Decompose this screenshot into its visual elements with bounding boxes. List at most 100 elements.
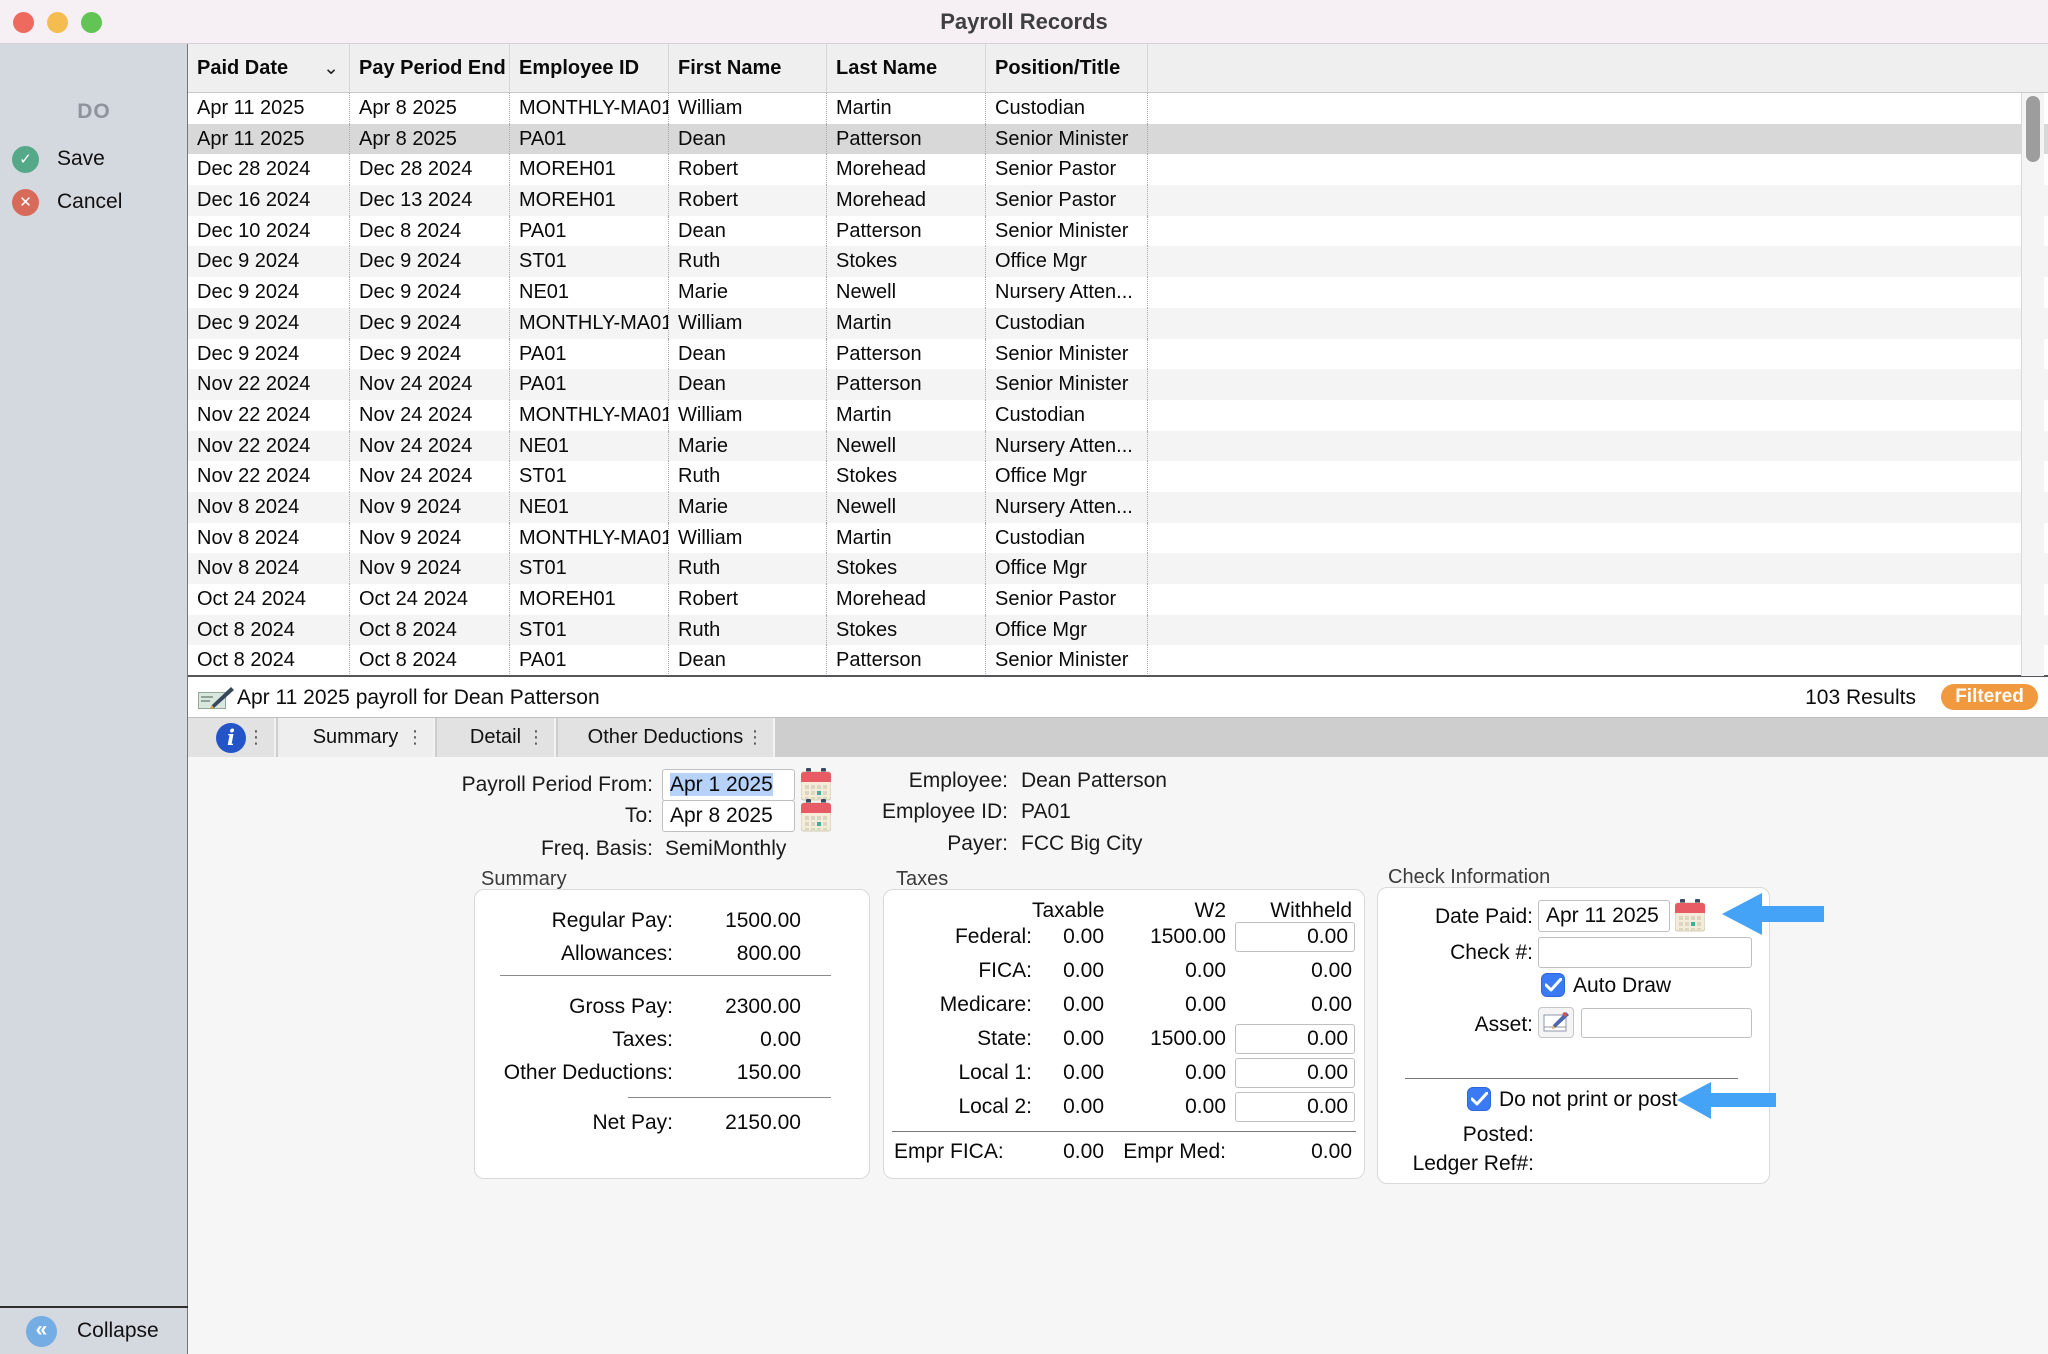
table-cell: Nov 8 2024 [188, 492, 350, 523]
withheld-input[interactable]: 0.00 [1235, 1024, 1355, 1054]
column-header-employee-id[interactable]: Employee ID [510, 44, 669, 92]
table-cell: Nursery Atten... [986, 431, 1148, 462]
ledger-pencil-icon [1543, 1012, 1569, 1034]
table-cell: MOREH01 [510, 584, 669, 615]
column-header-pay-period-end[interactable]: Pay Period End [350, 44, 510, 92]
table-row[interactable]: Dec 9 2024Dec 9 2024PA01DeanPattersonSen… [188, 339, 2048, 370]
calendar-icon[interactable] [1675, 899, 1705, 933]
table-row[interactable]: Oct 8 2024Oct 8 2024ST01RuthStokesOffice… [188, 615, 2048, 646]
table-cell: Apr 8 2025 [350, 93, 510, 124]
withheld-input[interactable]: 0.00 [1235, 1092, 1355, 1122]
asset-lookup-button[interactable] [1538, 1007, 1574, 1038]
payroll-table: Paid Date⌄Pay Period EndEmployee IDFirst… [188, 44, 2048, 676]
tax-row: Federal:0.001500.000.00 [884, 920, 1364, 954]
withheld-input[interactable]: 0.00 [1235, 1058, 1355, 1088]
period-to-input[interactable]: Apr 8 2025 [662, 800, 795, 832]
table-cell: PA01 [510, 216, 669, 247]
grip-handle-icon[interactable]: ⋮ [527, 718, 545, 757]
tab-detail[interactable]: Detail⋮ [437, 718, 556, 757]
column-header-first-name[interactable]: First Name [669, 44, 827, 92]
table-cell: Marie [669, 492, 827, 523]
table-row[interactable]: Oct 24 2024Oct 24 2024MOREH01RobertMoreh… [188, 584, 2048, 615]
table-cell: Nov 24 2024 [350, 461, 510, 492]
table-row[interactable]: Dec 10 2024Dec 8 2024PA01DeanPattersonSe… [188, 216, 2048, 247]
grip-handle-icon[interactable]: ⋮ [247, 718, 265, 757]
table-row[interactable]: Nov 22 2024Nov 24 2024MONTHLY-MA01Willia… [188, 400, 2048, 431]
period-from-input[interactable]: Apr 1 2025 [662, 769, 795, 801]
auto-draw-checkbox[interactable] [1541, 973, 1565, 997]
tax-w2-value: 1500.00 [1110, 925, 1232, 949]
column-header-last-name[interactable]: Last Name [827, 44, 986, 92]
table-row[interactable]: Dec 28 2024Dec 28 2024MOREH01RobertMoreh… [188, 154, 2048, 185]
tab-summary[interactable]: Summary⋮ [278, 718, 435, 757]
summary-row-value: 150.00 [673, 1061, 801, 1085]
filtered-badge[interactable]: Filtered [1941, 684, 2038, 710]
date-paid-value: Apr 11 2025 [1546, 904, 1659, 927]
summary-net-divider [628, 1097, 831, 1098]
summary-row: Regular Pay:1500.00 [475, 904, 869, 937]
table-cell-filler [1148, 400, 2048, 431]
summary-row: Net Pay:2150.00 [475, 1106, 869, 1139]
table-cell: Dec 9 2024 [350, 308, 510, 339]
empr-fica-label: Empr FICA: [884, 1140, 1032, 1164]
collapse-button[interactable]: « Collapse [26, 1314, 159, 1348]
table-cell: Stokes [827, 615, 986, 646]
table-cell: Oct 24 2024 [188, 584, 350, 615]
grip-handle-icon[interactable]: ⋮ [406, 718, 424, 757]
check-number-input[interactable] [1538, 937, 1752, 968]
table-row[interactable]: Apr 11 2025Apr 8 2025PA01DeanPattersonSe… [188, 124, 2048, 155]
column-header-paid-date[interactable]: Paid Date⌄ [188, 44, 350, 92]
do-not-print-checkbox[interactable] [1467, 1087, 1491, 1111]
table-cell: Marie [669, 431, 827, 462]
table-row[interactable]: Nov 8 2024Nov 9 2024ST01RuthStokesOffice… [188, 553, 2048, 584]
summary-row-label: Other Deductions: [475, 1061, 673, 1085]
table-row[interactable]: Dec 9 2024Dec 9 2024MONTHLY-MA01WilliamM… [188, 308, 2048, 339]
vertical-scrollbar[interactable] [2021, 93, 2044, 676]
table-cell: Dec 13 2024 [350, 185, 510, 216]
table-cell: Office Mgr [986, 615, 1148, 646]
table-cell-filler [1148, 431, 2048, 462]
table-cell: Senior Minister [986, 216, 1148, 247]
save-button[interactable]: ✓ Save [12, 144, 105, 174]
scrollbar-thumb[interactable] [2026, 96, 2040, 162]
table-cell: Martin [827, 400, 986, 431]
table-cell: Dec 9 2024 [188, 277, 350, 308]
tax-withheld-cell: 0.00 [1232, 988, 1358, 1022]
tab-other-deductions[interactable]: Other Deductions⋮ [558, 718, 775, 757]
check-information-panel: Date Paid: Apr 11 2025 Check #: Auto Dra… [1377, 887, 1770, 1184]
table-row[interactable]: Nov 22 2024Nov 24 2024ST01RuthStokesOffi… [188, 461, 2048, 492]
table-cell: Nov 9 2024 [350, 553, 510, 584]
table-row[interactable]: Oct 8 2024Oct 8 2024PA01DeanPattersonSen… [188, 645, 2048, 676]
table-row[interactable]: Nov 8 2024Nov 9 2024MONTHLY-MA01WilliamM… [188, 523, 2048, 554]
cancel-button[interactable]: ✕ Cancel [12, 187, 122, 217]
asset-input[interactable] [1581, 1008, 1752, 1038]
table-row[interactable]: Nov 8 2024Nov 9 2024NE01MarieNewellNurse… [188, 492, 2048, 523]
table-cell: Senior Pastor [986, 584, 1148, 615]
table-cell: Senior Minister [986, 369, 1148, 400]
table-cell: Dean [669, 216, 827, 247]
table-row[interactable]: Dec 16 2024Dec 13 2024MOREH01RobertMoreh… [188, 185, 2048, 216]
table-cell-filler [1148, 216, 2048, 247]
table-cell: Dec 9 2024 [350, 246, 510, 277]
table-cell-filler [1148, 185, 2048, 216]
summary-row-label: Gross Pay: [475, 995, 673, 1019]
table-cell: MONTHLY-MA01 [510, 93, 669, 124]
withheld-input[interactable]: 0.00 [1235, 922, 1355, 952]
table-row[interactable]: Dec 9 2024Dec 9 2024ST01RuthStokesOffice… [188, 246, 2048, 277]
table-cell-filler [1148, 369, 2048, 400]
grip-handle-icon[interactable]: ⋮ [746, 718, 764, 757]
table-cell: Stokes [827, 553, 986, 584]
summary-row-label: Net Pay: [475, 1111, 673, 1135]
column-header-position-title[interactable]: Position/Title [986, 44, 1148, 92]
date-paid-input[interactable]: Apr 11 2025 [1538, 900, 1670, 932]
tax-withheld-value: 0.00 [1232, 993, 1358, 1017]
tax-row: Medicare:0.000.000.00 [884, 988, 1364, 1022]
table-cell: Nov 22 2024 [188, 461, 350, 492]
table-row[interactable]: Nov 22 2024Nov 24 2024NE01MarieNewellNur… [188, 431, 2048, 462]
table-row[interactable]: Apr 11 2025Apr 8 2025MONTHLY-MA01William… [188, 93, 2048, 124]
table-row[interactable]: Nov 22 2024Nov 24 2024PA01DeanPattersonS… [188, 369, 2048, 400]
tab-info[interactable]: i ⋮ [188, 718, 276, 757]
table-row[interactable]: Dec 9 2024Dec 9 2024NE01MarieNewellNurse… [188, 277, 2048, 308]
table-cell: NE01 [510, 277, 669, 308]
table-cell: Dec 9 2024 [350, 277, 510, 308]
